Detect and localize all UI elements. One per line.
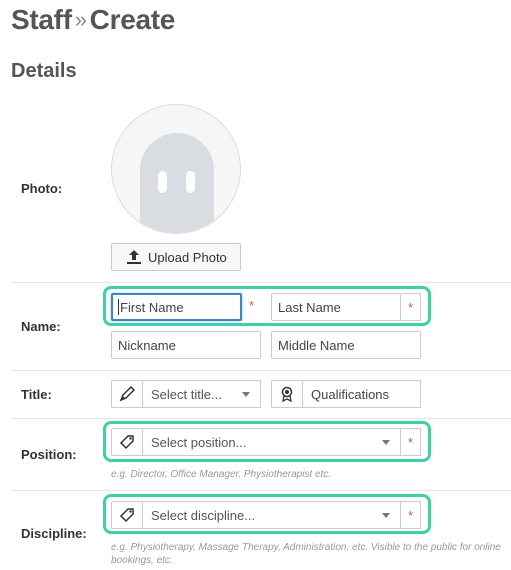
middle-name-input[interactable]: Middle Name	[271, 331, 421, 359]
divider-title	[11, 370, 511, 371]
last-name-placeholder: Last Name	[278, 299, 341, 315]
upload-photo-button[interactable]: Upload Photo	[111, 243, 241, 271]
discipline-required-mark: *	[401, 501, 421, 529]
page-title: Staff» Create	[11, 4, 175, 36]
divider-discipline	[11, 490, 511, 491]
title-addon	[111, 380, 143, 408]
tag-icon	[119, 508, 134, 523]
ghost-avatar-icon	[140, 133, 214, 233]
chevron-down-icon	[382, 513, 390, 518]
qualifications-addon	[271, 380, 303, 408]
position-addon	[111, 428, 143, 456]
qualifications-input[interactable]: Qualifications	[303, 380, 421, 408]
section-title-details: Details	[11, 60, 77, 82]
nickname-placeholder: Nickname	[118, 337, 176, 353]
position-required-mark: *	[401, 428, 421, 456]
photo-label: Photo:	[21, 181, 63, 196]
page-title-create: Create	[89, 4, 176, 35]
middle-name-placeholder: Middle Name	[278, 337, 355, 353]
chevron-down-icon	[242, 392, 250, 397]
upload-icon	[127, 250, 141, 264]
avatar-placeholder	[111, 104, 241, 234]
title-label: Title:	[21, 387, 52, 402]
title-select[interactable]: Select title...	[143, 380, 261, 408]
position-label: Position:	[21, 447, 77, 462]
page-title-staff: Staff	[11, 4, 72, 35]
discipline-select-value: Select discipline...	[151, 507, 256, 523]
qualifications-placeholder: Qualifications	[311, 386, 390, 402]
pen-icon	[119, 386, 135, 402]
position-select-value: Select position...	[151, 434, 247, 450]
first-name-input[interactable]: First Name	[111, 293, 242, 321]
position-select[interactable]: Select position...	[143, 428, 401, 456]
nickname-input[interactable]: Nickname	[111, 331, 261, 359]
title-select-value: Select title...	[151, 386, 222, 402]
position-help-text: e.g. Director, Office Manager, Physiothe…	[111, 469, 332, 480]
last-name-input[interactable]: Last Name	[271, 293, 401, 321]
last-name-required-mark: *	[401, 293, 421, 321]
chevron-down-icon	[382, 440, 390, 445]
divider-position	[11, 418, 511, 419]
discipline-addon	[111, 501, 143, 529]
award-icon	[281, 386, 293, 402]
first-name-placeholder: First Name	[120, 299, 184, 315]
upload-photo-label: Upload Photo	[148, 249, 227, 265]
discipline-help-text: e.g. Physiotherapy, Massage Therapy, Adm…	[111, 542, 501, 566]
tag-icon	[119, 435, 134, 450]
discipline-label: Discipline:	[21, 526, 87, 541]
first-name-required-mark: *	[249, 298, 255, 313]
discipline-select[interactable]: Select discipline...	[143, 501, 401, 529]
divider-name	[11, 282, 511, 283]
breadcrumb-separator: »	[74, 7, 87, 32]
name-label: Name:	[21, 319, 61, 334]
